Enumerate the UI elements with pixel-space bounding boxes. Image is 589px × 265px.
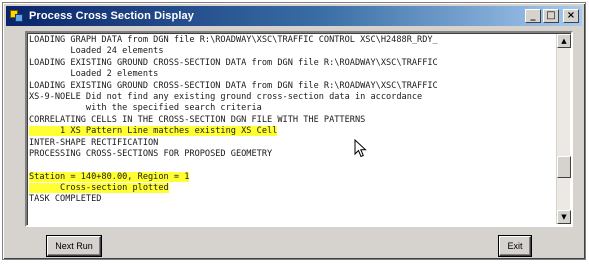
log-line: INTER-SHAPE RECTIFICATION (29, 138, 556, 149)
log-line-text: with the specified search criteria (29, 103, 262, 114)
log-line: PROCESSING CROSS-SECTIONS FOR PROPOSED G… (29, 149, 556, 160)
minimize-button[interactable]: _ (525, 9, 541, 23)
next-run-button[interactable]: Next Run (47, 236, 101, 256)
log-line: Loaded 2 elements (29, 69, 556, 80)
scrollbar-thumb[interactable] (557, 156, 571, 178)
log-line-text-highlighted: 1 XS Pattern Line matches existing XS Ce… (29, 126, 278, 137)
log-output-pane[interactable]: LOADING GRAPH DATA from DGN file R:\ROAD… (25, 31, 573, 227)
log-line-text: LOADING GRAPH DATA from DGN file R:\ROAD… (29, 35, 438, 45)
scroll-down-arrow-icon[interactable]: ▼ (557, 210, 571, 224)
log-line: XS-9-NOELE Did not find any existing gro… (29, 92, 556, 103)
app-icon (9, 8, 25, 24)
log-line-text-highlighted: Cross-section plotted (29, 183, 169, 194)
title-bar[interactable]: Process Cross Section Display _ □ × (6, 6, 582, 26)
log-line: LOADING EXISTING GROUND CROSS-SECTION DA… (29, 81, 556, 92)
log-line: CORRELATING CELLS IN THE CROSS-SECTION D… (29, 115, 556, 126)
log-line: 1 XS Pattern Line matches existing XS Ce… (29, 126, 556, 137)
mouse-cursor-icon (354, 139, 367, 158)
log-line: LOADING GRAPH DATA from DGN file R:\ROAD… (29, 35, 556, 46)
log-line: LOADING EXISTING GROUND CROSS-SECTION DA… (29, 58, 556, 69)
vertical-scrollbar[interactable]: ▲ ▼ (556, 34, 571, 224)
log-line-text: PROCESSING CROSS-SECTIONS FOR PROPOSED G… (29, 148, 273, 159)
log-line: Loaded 24 elements (29, 46, 556, 57)
log-line-text: LOADING EXISTING GROUND CROSS-SECTION DA… (29, 57, 438, 68)
log-line: Cross-section plotted (29, 183, 556, 194)
close-button[interactable]: × (563, 9, 579, 23)
exit-button[interactable]: Exit (499, 236, 531, 256)
log-line: with the specified search criteria (29, 103, 556, 114)
log-line-text: XS-9-NOELE Did not find any existing gro… (29, 91, 423, 102)
window-controls: _ □ × (525, 9, 579, 23)
log-text: LOADING GRAPH DATA from DGN file R:\ROAD… (29, 35, 556, 225)
log-line: Station = 140+80.00, Region = 1 (29, 171, 556, 183)
log-line-text: LOADING EXISTING GROUND CROSS-SECTION DA… (29, 80, 438, 91)
log-line-text: Loaded 24 elements (29, 46, 164, 57)
process-cross-section-window: Process Cross Section Display _ □ × LOAD… (2, 2, 586, 260)
log-line-text: TASK COMPLETED (29, 194, 102, 205)
window-title: Process Cross Section Display (29, 10, 194, 22)
log-line-text: CORRELATING CELLS IN THE CROSS-SECTION D… (29, 114, 366, 125)
maximize-button[interactable]: □ (543, 9, 559, 23)
log-line: TASK COMPLETED (29, 194, 556, 205)
log-line-text-highlighted: Station = 140+80.00, Region = 1 (29, 171, 190, 182)
log-line-text: Loaded 2 elements (29, 69, 159, 80)
scroll-up-arrow-icon[interactable]: ▲ (557, 34, 571, 48)
log-line-text: INTER-SHAPE RECTIFICATION (29, 137, 159, 148)
